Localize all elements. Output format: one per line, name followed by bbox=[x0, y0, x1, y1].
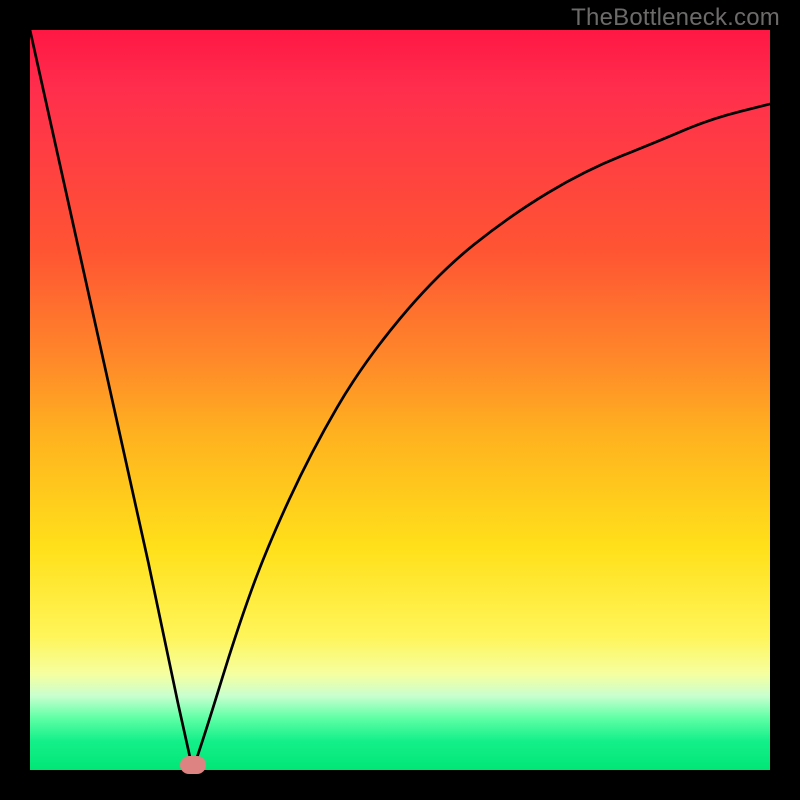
chart-frame: TheBottleneck.com bbox=[0, 0, 800, 800]
plot-area bbox=[30, 30, 770, 770]
bottleneck-curve bbox=[30, 30, 770, 770]
curve-svg bbox=[30, 30, 770, 770]
watermark-text: TheBottleneck.com bbox=[571, 4, 780, 32]
minimum-marker bbox=[180, 756, 206, 774]
